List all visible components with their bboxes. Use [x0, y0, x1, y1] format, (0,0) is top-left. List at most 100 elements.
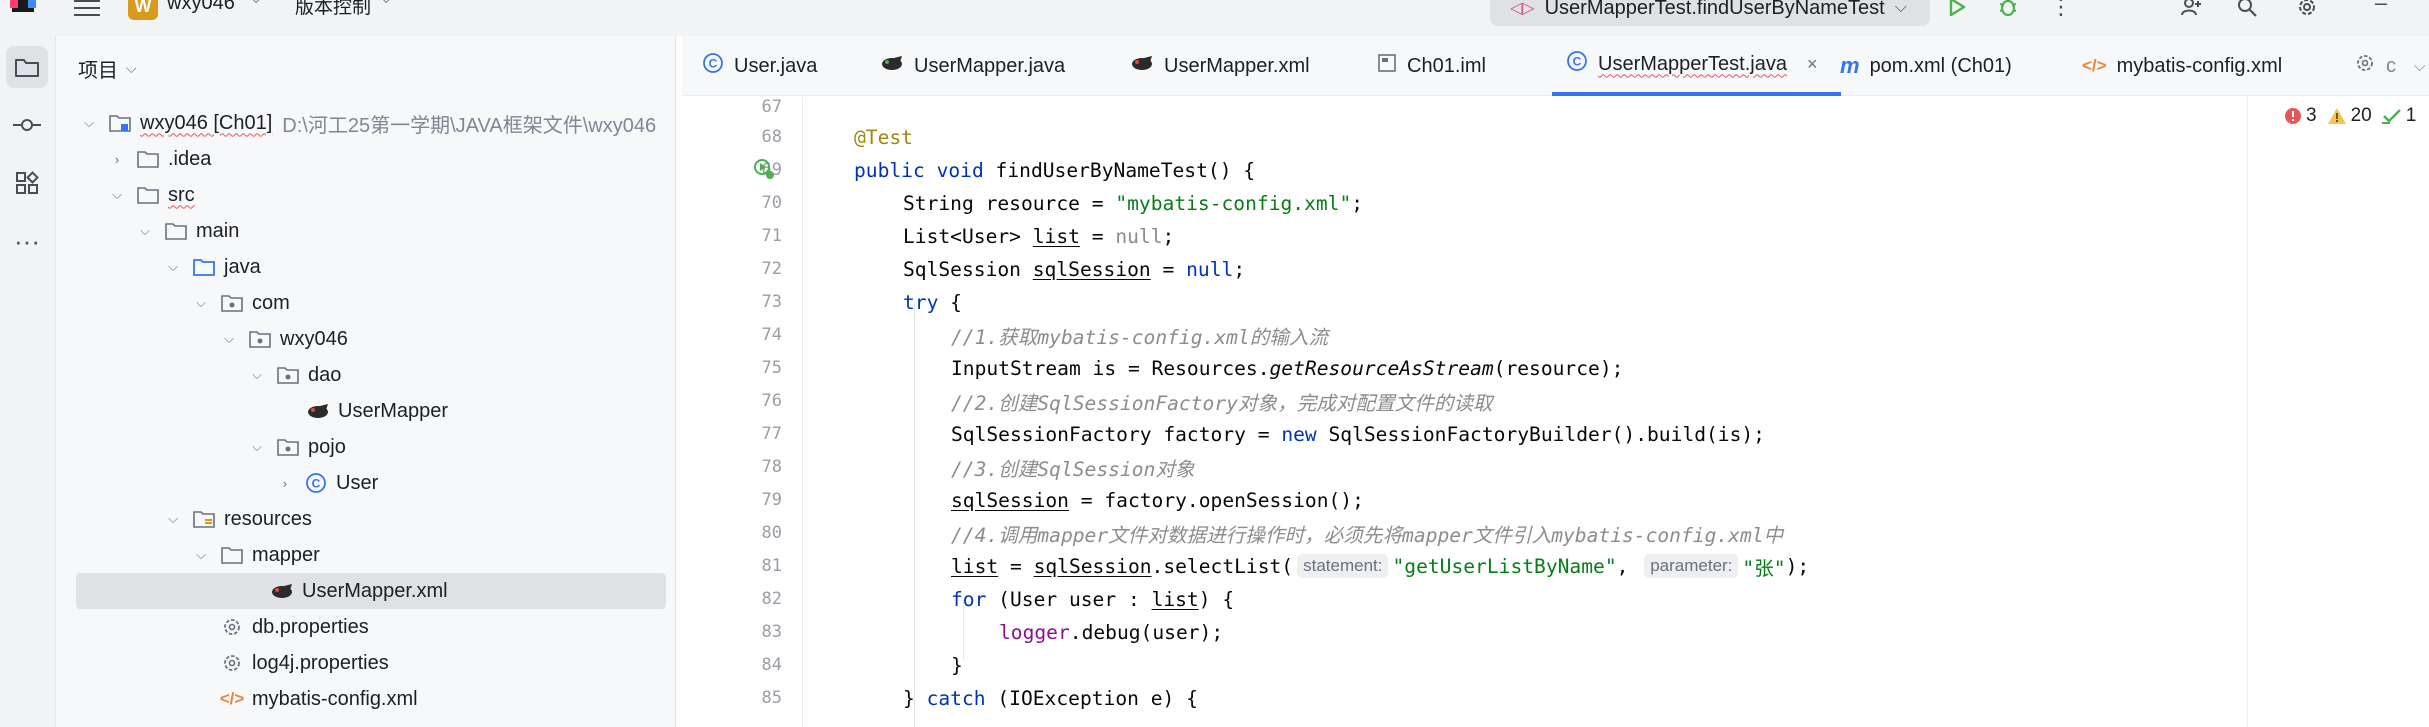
commit-icon[interactable] [6, 104, 48, 146]
test-class-icon: ◁▷ [1510, 0, 1535, 17]
tab-label: UserMapperTest.java [1598, 52, 1787, 75]
code-token: "mybatis-config.xml" [1115, 191, 1352, 215]
main-menu-icon[interactable] [72, 0, 102, 20]
chevron-down-icon[interactable]: ⌵ [250, 0, 262, 8]
tab-usermapper-xml[interactable]: UserMapper.xml [1130, 36, 1310, 96]
tree-item-label: UserMapper.xml [302, 579, 448, 602]
chevron-expanded-icon[interactable]: ⌵ [108, 187, 126, 203]
line-number: 82 [761, 589, 782, 609]
tab-usermappertest-java[interactable]: C UserMapperTest.java × [1552, 36, 1842, 96]
code-token: , [1616, 554, 1641, 578]
tab-label: mybatis-config.xml [2116, 54, 2283, 77]
minimize-window-icon[interactable]: – [2366, 0, 2396, 18]
line-number: 79 [761, 490, 782, 510]
xml-file-icon: </> [219, 689, 245, 708]
add-user-icon[interactable] [2176, 0, 2206, 22]
tree-item-idea[interactable]: › .idea [56, 141, 675, 177]
tree-item-java[interactable]: ⌵ java [56, 249, 675, 285]
vcs-menu[interactable]: 版本控制 [295, 0, 371, 19]
chevron-expanded-icon[interactable]: ⌵ [164, 259, 182, 275]
tree-item-log4j-properties[interactable]: log4j.properties [56, 645, 675, 681]
run-test-gutter-icon[interactable] [752, 157, 776, 181]
tree-item-project-root[interactable]: ⌵ wxy046 [Ch01] D:\河工25第一学期\JAVA框架文件\wxy… [56, 105, 675, 141]
folder-icon [136, 183, 160, 207]
gutter-separator [802, 97, 803, 727]
run-icon[interactable] [1942, 0, 1972, 22]
code-token: ; [1233, 257, 1246, 281]
structure-icon[interactable] [6, 162, 48, 204]
tree-item-wxy046[interactable]: ⌵ wxy046 [56, 321, 675, 357]
chevron-down-icon[interactable]: ⌵ [380, 0, 392, 8]
tree-item-label: src [168, 183, 195, 206]
tab-label: UserMapper.java [914, 54, 1066, 77]
tree-item-main[interactable]: ⌵ main [56, 213, 675, 249]
tree-item-mapper[interactable]: ⌵ mapper [56, 537, 675, 573]
tab-mybatis-config-xml[interactable]: </> mybatis-config.xml [2082, 36, 2282, 96]
chevron-expanded-icon[interactable]: ⌵ [136, 223, 154, 239]
project-name[interactable]: wxy046 [167, 0, 235, 15]
tree-item-usermapper-xml[interactable]: UserMapper.xml [76, 573, 666, 609]
search-icon[interactable] [2232, 0, 2262, 22]
tab-ch01-iml[interactable]: Ch01.iml [1377, 36, 1486, 96]
tree-item-usermapper[interactable]: UserMapper [56, 393, 675, 429]
tree-item-mybatis-config-xml[interactable]: </> mybatis-config.xml [56, 681, 675, 717]
indent-guide [914, 302, 915, 727]
project-panel-header[interactable]: 项目 ⌵ [78, 54, 137, 83]
tree-item-label: wxy046 [Ch01] [140, 111, 273, 134]
run-config-selector[interactable]: ◁▷ UserMapperTest.findUserByNameTest ⌵ [1490, 0, 1930, 26]
chevron-collapsed-icon[interactable]: › [276, 476, 294, 491]
debug-icon[interactable] [1993, 0, 2023, 22]
package-icon [248, 327, 272, 351]
line-number-gutter: 67 68 69 70 71 72 73 74 75 76 77 78 79 8… [682, 97, 802, 727]
tree-item-pojo[interactable]: ⌵ pojo [56, 429, 675, 465]
chevron-expanded-icon[interactable]: ⌵ [220, 331, 238, 347]
tree-item-label: main [196, 219, 240, 242]
line-number: 75 [761, 358, 782, 378]
tree-item-src[interactable]: ⌵ src [56, 177, 675, 213]
code-editor[interactable]: 67 68 69 70 71 72 73 74 75 76 77 78 79 8… [682, 97, 2429, 727]
chevron-expanded-icon[interactable]: ⌵ [192, 547, 210, 563]
tree-item-com[interactable]: ⌵ com [56, 285, 675, 321]
tree-item-db-properties[interactable]: db.properties [56, 609, 675, 645]
code-token: ; [1351, 191, 1364, 215]
chevron-collapsed-icon[interactable]: › [108, 152, 126, 167]
tree-item-dao[interactable]: ⌵ dao [56, 357, 675, 393]
package-icon [220, 291, 244, 315]
weak-warning-count[interactable]: 1 [2381, 105, 2416, 127]
package-icon [276, 435, 300, 459]
code-token: (User user : [986, 587, 1152, 611]
chevron-expanded-icon[interactable]: ⌵ [164, 511, 182, 527]
settings-icon[interactable] [2292, 0, 2322, 22]
warning-count[interactable]: 20 [2327, 105, 2372, 127]
tab-usermapper-java[interactable]: UserMapper.java [880, 36, 1065, 96]
tree-item-label: mybatis-config.xml [252, 687, 418, 710]
app-logo-icon[interactable] [10, 0, 38, 18]
tab-user-java[interactable]: C User.java [702, 36, 817, 96]
tree-item-resources[interactable]: ⌵ resources [56, 501, 675, 537]
folder-icon[interactable] [6, 46, 48, 88]
tab-pom-xml[interactable]: m pom.xml (Ch01) [1840, 36, 2012, 96]
line-number: 83 [761, 622, 782, 642]
more-icon[interactable]: ··· [6, 220, 48, 262]
code-comment: //3.创建SqlSession对象 [951, 457, 1195, 481]
close-tab-icon[interactable]: × [1807, 54, 1818, 75]
code-token: ; [1162, 224, 1175, 248]
chevron-down-icon: ⌵ [1894, 0, 1907, 16]
editor-tab-bar: C User.java UserMapper.java UserMapper.x… [682, 36, 2429, 96]
code-line: } [951, 650, 963, 680]
folder-icon [220, 543, 244, 567]
chevron-expanded-icon[interactable]: ⌵ [192, 295, 210, 311]
tree-item-label: mapper [252, 543, 320, 566]
code-token: } [951, 653, 963, 677]
more-actions-icon[interactable]: ⋮ [2046, 0, 2076, 22]
tab-overflow[interactable]: c ⌵ [2354, 36, 2425, 96]
chevron-expanded-icon[interactable]: ⌵ [80, 115, 98, 131]
inspection-widget[interactable]: 3 20 1 [2284, 105, 2416, 127]
code-token: InputStream is = Resources. [951, 356, 1270, 380]
tree-item-user[interactable]: › C User [56, 465, 675, 501]
error-count[interactable]: 3 [2284, 105, 2317, 127]
chevron-down-icon[interactable]: ⌵ [2414, 58, 2425, 75]
project-badge[interactable]: W [128, 0, 158, 20]
chevron-expanded-icon[interactable]: ⌵ [248, 367, 266, 383]
chevron-expanded-icon[interactable]: ⌵ [248, 439, 266, 455]
